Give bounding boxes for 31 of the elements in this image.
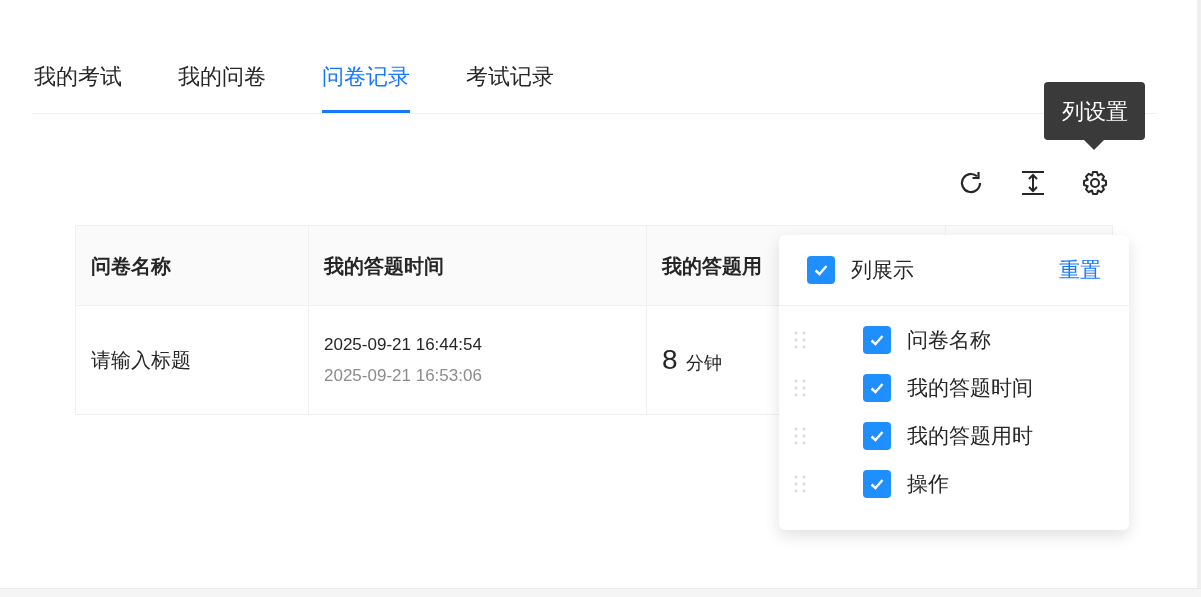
reset-link[interactable]: 重置	[1059, 254, 1101, 286]
checkbox[interactable]	[863, 470, 891, 498]
checkbox[interactable]	[863, 422, 891, 450]
column-option[interactable]: 我的答题用时	[907, 420, 1033, 452]
drag-handle-icon[interactable]	[793, 378, 807, 398]
table-cell-text: 请输入标题	[91, 348, 191, 373]
tab[interactable]: 问卷记录	[322, 58, 410, 113]
column-option[interactable]: 操作	[907, 468, 949, 500]
column-header: 我的答题时间	[324, 253, 444, 279]
duration-value: 8	[662, 343, 678, 377]
tab[interactable]: 我的考试	[34, 58, 122, 113]
checkbox[interactable]	[807, 256, 835, 284]
column-header: 我的答题用	[662, 253, 762, 279]
row-height-icon[interactable]	[1019, 169, 1047, 197]
column-option[interactable]: 问卷名称	[907, 324, 991, 356]
checkbox[interactable]	[863, 374, 891, 402]
drag-handle-icon[interactable]	[793, 474, 807, 494]
checkbox[interactable]	[863, 326, 891, 354]
column-header: 问卷名称	[91, 253, 171, 279]
tab[interactable]: 我的问卷	[178, 58, 266, 113]
tooltip: 列设置	[1044, 82, 1145, 140]
start-time: 2025-09-21 16:44:54	[324, 333, 483, 356]
popover-title: 列展示	[851, 257, 915, 284]
end-time: 2025-09-21 16:53:06	[324, 365, 483, 387]
tab[interactable]: 考试记录	[466, 58, 554, 113]
duration-unit: 分钟	[685, 351, 722, 375]
tooltip-arrow	[1084, 140, 1104, 150]
drag-handle-icon[interactable]	[793, 426, 807, 446]
column-option[interactable]: 我的答题时间	[907, 372, 1033, 404]
drag-handle-icon[interactable]	[793, 330, 807, 350]
settings-icon[interactable]	[1081, 169, 1109, 197]
